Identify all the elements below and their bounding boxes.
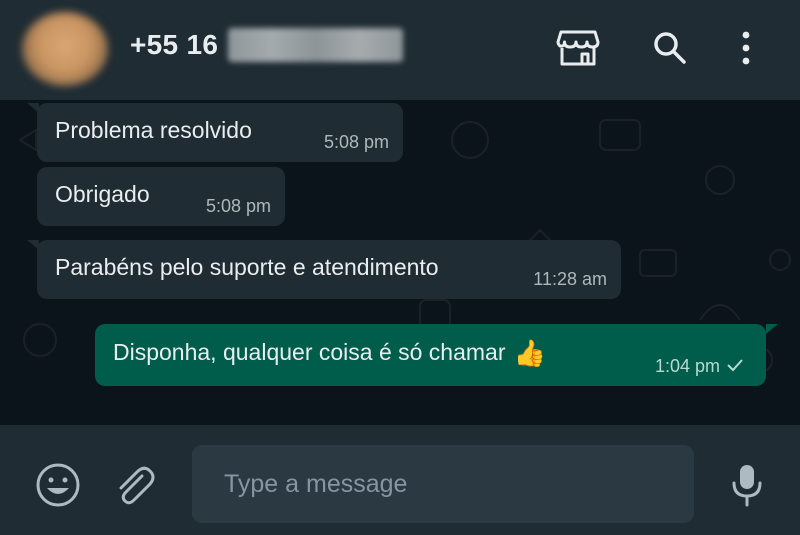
bubble-tail xyxy=(766,324,778,334)
chat-window: +55 16 Problema resolvido 5:08 pm Obriga… xyxy=(0,0,800,535)
sent-check-icon xyxy=(727,359,743,372)
message-bubble-incoming[interactable]: Parabéns pelo suporte e atendimento 11:2… xyxy=(37,240,621,299)
store-icon[interactable] xyxy=(554,24,602,72)
thumbs-up-emoji: 👍 xyxy=(513,338,546,368)
message-time: 1:04 pm xyxy=(654,356,720,376)
contact-info[interactable]: +55 16 xyxy=(130,28,404,62)
redacted-number xyxy=(228,28,404,62)
menu-icon[interactable] xyxy=(722,24,770,72)
emoji-icon[interactable] xyxy=(33,460,83,510)
bubble-tail xyxy=(27,103,39,113)
message-text: Obrigado xyxy=(55,181,150,207)
message-time: 11:28 am xyxy=(533,269,607,289)
message-bubble-incoming[interactable]: Problema resolvido 5:08 pm xyxy=(37,103,403,162)
contact-name: +55 16 xyxy=(130,29,219,60)
mic-icon[interactable] xyxy=(722,460,772,510)
message-text-content: Disponha, qualquer coisa é só chamar xyxy=(113,339,506,365)
message-bubble-outgoing[interactable]: Disponha, qualquer coisa é só chamar 👍 1:… xyxy=(95,324,766,386)
attach-icon[interactable] xyxy=(110,460,160,510)
message-input[interactable] xyxy=(192,445,694,523)
message-text: Problema resolvido xyxy=(55,117,252,143)
message-list[interactable]: Problema resolvido 5:08 pm Obrigado 5:08… xyxy=(0,100,800,425)
chat-header: +55 16 xyxy=(0,0,800,100)
avatar[interactable] xyxy=(22,12,108,86)
bubble-tail xyxy=(27,240,39,250)
search-icon[interactable] xyxy=(646,24,694,72)
message-text: Disponha, qualquer coisa é só chamar 👍 xyxy=(113,338,546,369)
message-text: Parabéns pelo suporte e atendimento xyxy=(55,254,439,280)
message-time: 5:08 pm xyxy=(323,132,389,152)
message-composer xyxy=(0,425,800,535)
message-time: 5:08 pm xyxy=(205,196,271,216)
message-bubble-incoming[interactable]: Obrigado 5:08 pm xyxy=(37,167,285,226)
message-meta: 1:04 pm xyxy=(655,356,744,377)
